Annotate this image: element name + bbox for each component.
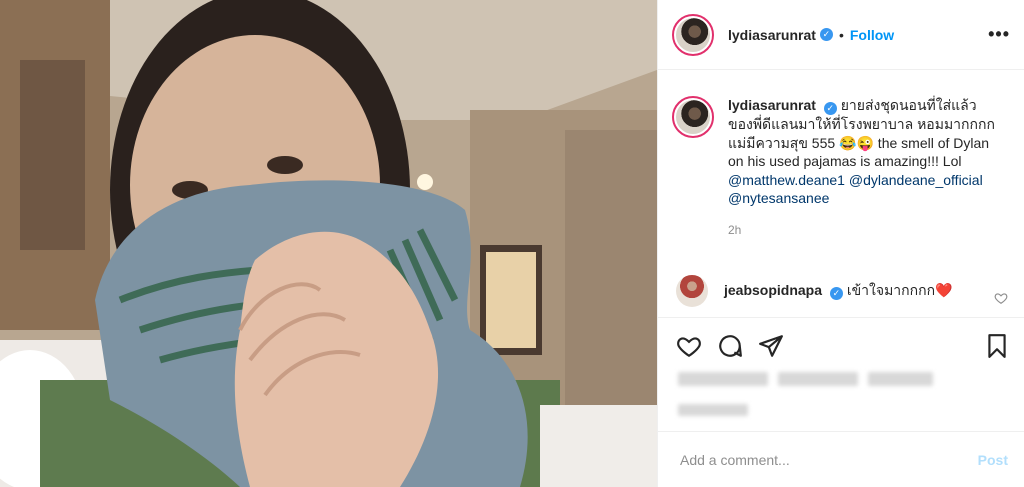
caption: lydiasarunrat ✓ ยายส่งชุดนอนที่ใส่แล้วขอ… bbox=[658, 70, 1024, 239]
follow-button[interactable]: Follow bbox=[850, 27, 894, 43]
blurred-likes bbox=[678, 372, 768, 386]
comment-row: jeabsopidnapa ✓ เข้าใจมากกกก❤️ bbox=[658, 275, 1024, 307]
commenter-avatar[interactable] bbox=[676, 275, 708, 307]
post-photo[interactable] bbox=[0, 0, 657, 487]
mention-link[interactable]: @matthew.deane1 bbox=[728, 172, 845, 188]
post-comment-button[interactable]: Post bbox=[978, 452, 1008, 468]
separator-dot: • bbox=[838, 26, 844, 43]
save-bookmark-icon[interactable] bbox=[984, 333, 1010, 359]
author-avatar[interactable] bbox=[672, 13, 714, 56]
caption-username[interactable]: lydiasarunrat bbox=[728, 97, 816, 113]
comment-body: jeabsopidnapa ✓ เข้าใจมากกกก❤️ bbox=[724, 280, 953, 302]
verified-badge-icon: ✓ bbox=[823, 102, 837, 115]
more-options-icon[interactable]: ••• bbox=[988, 24, 1010, 45]
add-comment-bar: Post bbox=[658, 432, 1024, 487]
instagram-post: lydiasarunrat ✓ • Follow ••• lydiasarunr… bbox=[0, 0, 1024, 487]
post-side-panel: lydiasarunrat ✓ • Follow ••• lydiasarunr… bbox=[657, 0, 1024, 487]
like-comment-heart-icon[interactable] bbox=[994, 291, 1008, 305]
selfie-image bbox=[0, 0, 657, 487]
add-comment-input[interactable] bbox=[678, 450, 978, 469]
caption-body: lydiasarunrat ✓ ยายส่งชุดนอนที่ใส่แล้วขอ… bbox=[728, 96, 1000, 239]
post-timestamp[interactable]: 2h bbox=[728, 221, 1000, 240]
blurred-likes bbox=[778, 372, 858, 386]
verified-badge-icon: ✓ bbox=[829, 287, 843, 300]
comment-bubble-icon[interactable] bbox=[717, 333, 743, 359]
comment-text: เข้าใจมากกกก❤️ bbox=[846, 282, 953, 298]
action-bar bbox=[676, 330, 1010, 362]
commenter-username[interactable]: jeabsopidnapa bbox=[724, 282, 822, 298]
mention-link[interactable]: @dylandeane_official bbox=[849, 172, 983, 188]
like-heart-icon[interactable] bbox=[676, 333, 702, 359]
blurred-likes bbox=[868, 372, 933, 386]
caption-avatar[interactable] bbox=[672, 96, 714, 138]
verified-badge-icon: ✓ bbox=[819, 28, 833, 41]
divider bbox=[658, 317, 1024, 318]
blurred-date bbox=[678, 404, 748, 416]
mention-link[interactable]: @nytesansanee bbox=[728, 190, 829, 206]
share-paper-plane-icon[interactable] bbox=[758, 333, 784, 359]
author-username[interactable]: lydiasarunrat bbox=[728, 27, 816, 43]
post-header: lydiasarunrat ✓ • Follow ••• bbox=[658, 0, 1024, 70]
